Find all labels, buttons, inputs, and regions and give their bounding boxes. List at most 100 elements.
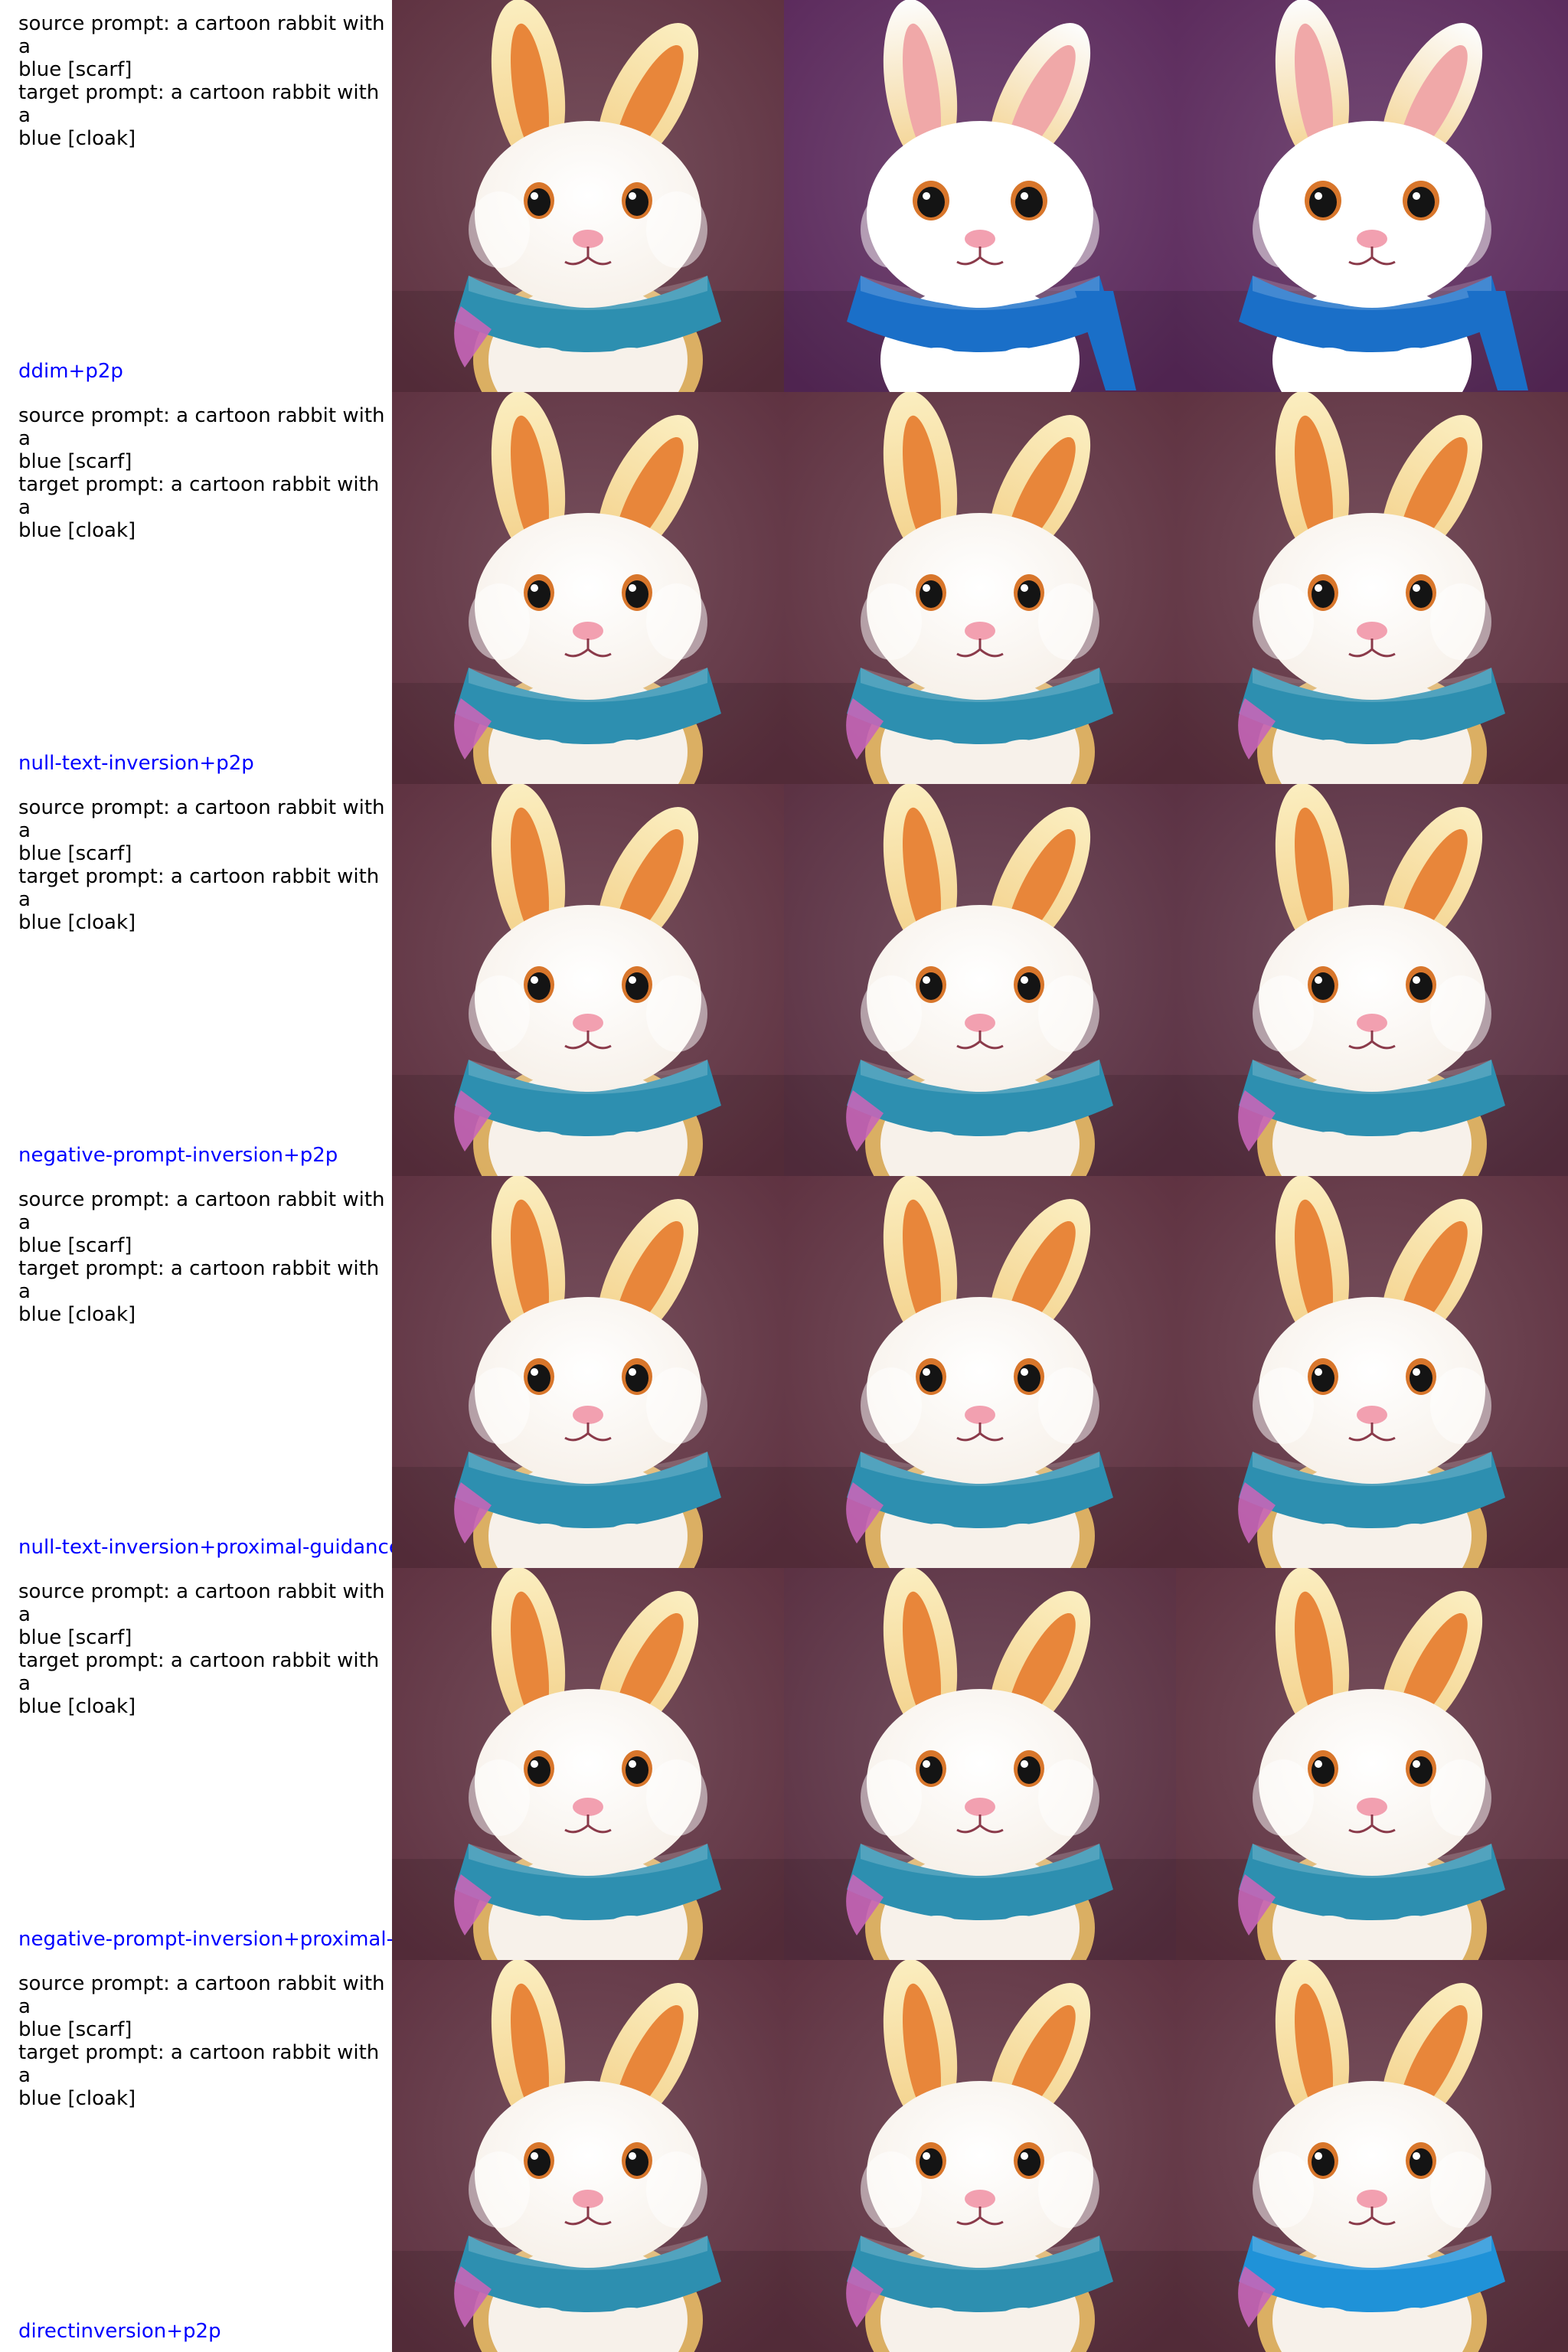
method-label: negative-prompt-inversion+proximal-g [18, 1928, 392, 1951]
rabbit-nose [573, 1406, 603, 1424]
comparison-row: source prompt: a cartoon rabbit with a bl… [0, 1176, 1568, 1568]
rabbit-image [1176, 784, 1568, 1176]
rabbit-image [1176, 1176, 1568, 1568]
rabbit-image [1176, 0, 1568, 392]
comparison-row: source prompt: a cartoon rabbit with a bl… [0, 392, 1568, 784]
rabbit-image [784, 1568, 1176, 1960]
target-prompt-line-1: target prompt: a cartoon rabbit with a [18, 1257, 386, 1303]
rabbit-image [784, 392, 1176, 784]
rabbit-nose [1357, 230, 1387, 248]
rabbit-nose [573, 2190, 603, 2208]
row-label-cell: source prompt: a cartoon rabbit with a bl… [0, 1568, 392, 1960]
rabbit-image [392, 0, 784, 392]
source-prompt-line-2: blue [scarf] [18, 1234, 132, 1257]
rabbit-nose [965, 230, 995, 248]
image-cell-edited [1176, 1568, 1568, 1960]
rabbit-image [392, 1568, 784, 1960]
method-label: negative-prompt-inversion+p2p [18, 1144, 338, 1167]
target-prompt-line-1: target prompt: a cartoon rabbit with a [18, 865, 386, 911]
rabbit-nose [1357, 1798, 1387, 1816]
rabbit-nose [573, 230, 603, 248]
image-cell-source [392, 1176, 784, 1568]
image-cell-source [392, 784, 784, 1176]
image-cell-edited [1176, 1960, 1568, 2352]
source-prompt-line-2: blue [scarf] [18, 1626, 132, 1649]
rabbit-image [1176, 1960, 1568, 2352]
image-cell-source [392, 392, 784, 784]
rabbit-nose [1357, 1014, 1387, 1032]
target-prompt-line-2: blue [cloak] [18, 911, 136, 934]
rabbit-image [392, 784, 784, 1176]
target-prompt-line-2: blue [cloak] [18, 2087, 136, 2110]
row-label-cell: source prompt: a cartoon rabbit with a bl… [0, 784, 392, 1176]
rabbit-nose [965, 1014, 995, 1032]
method-label: null-text-inversion+p2p [18, 752, 254, 775]
prompt-text: source prompt: a cartoon rabbit with a bl… [18, 796, 390, 934]
image-cell-source [392, 1960, 784, 2352]
source-prompt-line-2: blue [scarf] [18, 2018, 132, 2041]
image-cell-reconstruction [784, 0, 1176, 392]
image-cell-edited [1176, 0, 1568, 392]
target-prompt-line-1: target prompt: a cartoon rabbit with a [18, 81, 386, 127]
row-label-cell: source prompt: a cartoon rabbit with a bl… [0, 392, 392, 784]
row-label-cell: source prompt: a cartoon rabbit with a bl… [0, 0, 392, 392]
image-cell-edited [1176, 1176, 1568, 1568]
comparison-row: source prompt: a cartoon rabbit with a bl… [0, 1568, 1568, 1960]
source-prompt-line-2: blue [scarf] [18, 450, 132, 473]
source-prompt-line-1: source prompt: a cartoon rabbit with a [18, 12, 391, 58]
image-cell-reconstruction [784, 1176, 1176, 1568]
image-cell-reconstruction [784, 1960, 1176, 2352]
rabbit-image [1176, 1568, 1568, 1960]
rabbit-nose [573, 622, 603, 640]
target-prompt-line-1: target prompt: a cartoon rabbit with a [18, 1649, 386, 1695]
image-cell-source [392, 1568, 784, 1960]
prompt-text: source prompt: a cartoon rabbit with a bl… [18, 1972, 390, 2110]
image-cell-source [392, 0, 784, 392]
rabbit-image [784, 1176, 1176, 1568]
source-prompt-line-1: source prompt: a cartoon rabbit with a [18, 796, 391, 842]
prompt-text: source prompt: a cartoon rabbit with a bl… [18, 404, 390, 542]
method-label: null-text-inversion+proximal-guidance [18, 1536, 392, 1559]
image-cell-reconstruction [784, 1568, 1176, 1960]
rabbit-image [784, 1960, 1176, 2352]
rabbit-image [784, 0, 1176, 392]
rabbit-nose [1357, 1406, 1387, 1424]
rabbit-nose [1357, 2190, 1387, 2208]
row-label-cell: source prompt: a cartoon rabbit with a bl… [0, 1176, 392, 1568]
prompt-text: source prompt: a cartoon rabbit with a bl… [18, 12, 390, 150]
rabbit-nose [1357, 622, 1387, 640]
source-prompt-line-2: blue [scarf] [18, 58, 132, 81]
source-prompt-line-1: source prompt: a cartoon rabbit with a [18, 1580, 391, 1626]
target-prompt-line-1: target prompt: a cartoon rabbit with a [18, 2041, 386, 2087]
row-label-cell: source prompt: a cartoon rabbit with a bl… [0, 1960, 392, 2352]
rabbit-image [392, 1960, 784, 2352]
source-prompt-line-1: source prompt: a cartoon rabbit with a [18, 1972, 391, 2018]
rabbit-image [784, 784, 1176, 1176]
image-cell-reconstruction [784, 392, 1176, 784]
target-prompt-line-2: blue [cloak] [18, 1695, 136, 1718]
target-prompt-line-2: blue [cloak] [18, 127, 136, 150]
comparison-row: source prompt: a cartoon rabbit with a bl… [0, 1960, 1568, 2352]
comparison-row: source prompt: a cartoon rabbit with a bl… [0, 784, 1568, 1176]
rabbit-image [392, 392, 784, 784]
rabbit-nose [573, 1798, 603, 1816]
rabbit-nose [965, 622, 995, 640]
rabbit-image [392, 1176, 784, 1568]
rabbit-image [1176, 392, 1568, 784]
image-cell-edited [1176, 392, 1568, 784]
rabbit-nose [965, 1406, 995, 1424]
method-label: ddim+p2p [18, 360, 123, 383]
image-cell-edited [1176, 784, 1568, 1176]
image-cell-reconstruction [784, 784, 1176, 1176]
comparison-row: source prompt: a cartoon rabbit with a bl… [0, 0, 1568, 392]
rabbit-nose [965, 2190, 995, 2208]
rabbit-nose [573, 1014, 603, 1032]
prompt-text: source prompt: a cartoon rabbit with a bl… [18, 1188, 390, 1326]
prompt-text: source prompt: a cartoon rabbit with a bl… [18, 1580, 390, 1718]
rabbit-nose [965, 1798, 995, 1816]
method-label: directinversion+p2p [18, 2320, 221, 2343]
source-prompt-line-2: blue [scarf] [18, 842, 132, 865]
source-prompt-line-1: source prompt: a cartoon rabbit with a [18, 404, 391, 450]
target-prompt-line-1: target prompt: a cartoon rabbit with a [18, 473, 386, 519]
comparison-grid: source prompt: a cartoon rabbit with a bl… [0, 0, 1568, 2352]
